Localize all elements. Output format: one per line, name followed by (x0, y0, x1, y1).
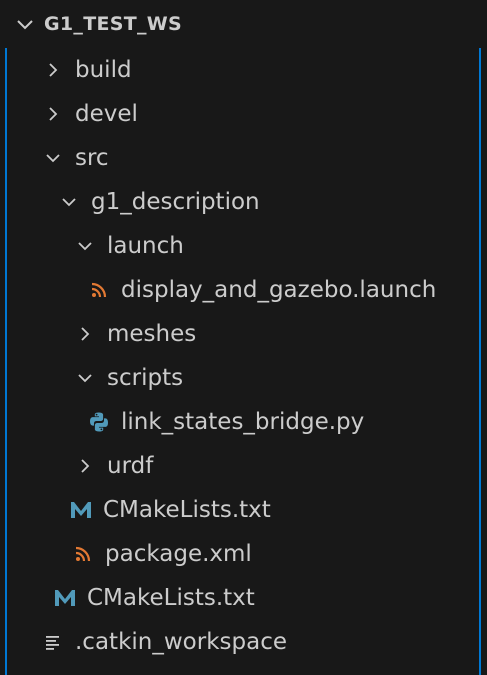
tree-item-build[interactable]: build (7, 48, 487, 92)
rss-icon (87, 278, 111, 302)
tree-item-devel[interactable]: devel (7, 92, 487, 136)
tree-item-label: devel (75, 101, 138, 127)
tree-item-label: urdf (107, 453, 154, 479)
chevron-down-icon (57, 190, 81, 214)
chevron-right-icon (73, 454, 97, 478)
workspace-title: G1_TEST_WS (44, 13, 183, 35)
tree-item-package-xml[interactable]: package.xml (7, 532, 487, 576)
tree-item-cmakelists-inner[interactable]: CMakeLists.txt (7, 488, 487, 532)
tree-item-label: display_and_gazebo.launch (121, 277, 437, 303)
chevron-down-icon (14, 13, 36, 35)
tree-item-label: g1_description (91, 189, 260, 215)
chevron-right-icon (41, 58, 65, 82)
chevron-right-icon (41, 102, 65, 126)
tree-item-src[interactable]: src (7, 136, 487, 180)
file-tree: build devel src g1_description launch di… (5, 48, 481, 675)
tree-item-meshes[interactable]: meshes (7, 312, 487, 356)
chevron-down-icon (41, 146, 65, 170)
rss-icon (71, 542, 95, 566)
workspace-section-header[interactable]: G1_TEST_WS (0, 0, 487, 48)
tree-item-label: package.xml (105, 541, 252, 567)
tree-item-label: .catkin_workspace (75, 629, 287, 655)
chevron-down-icon (73, 366, 97, 390)
tree-item-scripts[interactable]: scripts (7, 356, 487, 400)
markdown-m-icon (69, 498, 93, 522)
chevron-right-icon (73, 322, 97, 346)
tree-item-label: launch (107, 233, 184, 259)
tree-item-label: CMakeLists.txt (87, 585, 255, 611)
tree-item-label: CMakeLists.txt (103, 497, 271, 523)
tree-item-catkin-workspace[interactable]: .catkin_workspace (7, 620, 487, 664)
python-icon (87, 410, 111, 434)
tree-item-display-and-gazebo-launch[interactable]: display_and_gazebo.launch (7, 268, 487, 312)
tree-item-label: build (75, 57, 132, 83)
tree-item-cmakelists-src[interactable]: CMakeLists.txt (7, 576, 487, 620)
markdown-m-icon (53, 586, 77, 610)
tree-item-g1-description[interactable]: g1_description (7, 180, 487, 224)
tree-item-urdf[interactable]: urdf (7, 444, 487, 488)
tree-item-label: link_states_bridge.py (121, 409, 365, 435)
explorer-panel: G1_TEST_WS build devel src g1_descriptio… (0, 0, 487, 675)
tree-item-label: meshes (107, 321, 197, 347)
tree-item-link-states-bridge-py[interactable]: link_states_bridge.py (7, 400, 487, 444)
tree-item-launch[interactable]: launch (7, 224, 487, 268)
chevron-down-icon (73, 234, 97, 258)
tree-item-label: scripts (107, 365, 184, 391)
lines-icon (41, 630, 65, 654)
tree-item-label: src (75, 145, 109, 171)
